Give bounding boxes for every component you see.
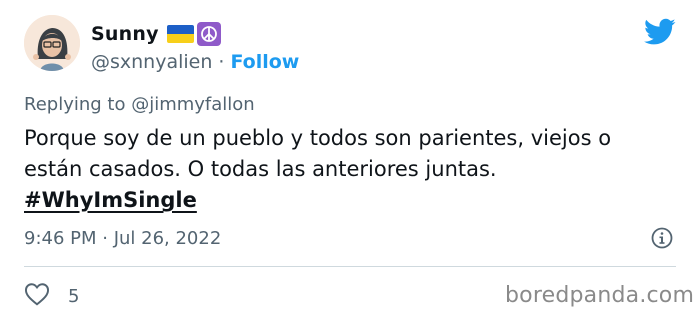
info-icon[interactable]	[650, 226, 674, 250]
tweet-timestamp[interactable]: 9:46 PM · Jul 26, 2022	[24, 228, 221, 249]
tweet-card: Sunny @sxnnyalien · Follow Replying to @…	[0, 0, 700, 319]
peace-symbol-icon	[196, 22, 221, 46]
user-handle[interactable]: @sxnnyalien	[91, 51, 212, 73]
display-name[interactable]: Sunny	[91, 23, 159, 45]
replying-to[interactable]: Replying to @jimmyfallon	[24, 94, 255, 115]
watermark: boredpanda.com	[505, 283, 695, 308]
divider	[24, 266, 676, 267]
like-count: 5	[68, 285, 80, 307]
tweet-text-line-1: Porque soy de un pueblo y todos son pari…	[24, 126, 612, 150]
avatar[interactable]	[24, 15, 80, 71]
separator-dot: ·	[218, 51, 225, 73]
handle-row: @sxnnyalien · Follow	[91, 49, 299, 75]
avatar-illustration	[24, 15, 80, 71]
tweet-text-line-2: están casados. O todas las anteriores ju…	[24, 157, 497, 181]
heart-icon	[24, 282, 50, 310]
twitter-bird-icon[interactable]	[644, 18, 676, 46]
hashtag-link[interactable]: #WhyImSingle	[24, 188, 197, 212]
ukraine-flag-icon	[166, 25, 194, 43]
like-button[interactable]: 5	[24, 282, 79, 310]
follow-button[interactable]: Follow	[230, 51, 299, 73]
name-row: Sunny	[91, 21, 221, 47]
tweet-text: Porque soy de un pueblo y todos son pari…	[24, 123, 684, 216]
